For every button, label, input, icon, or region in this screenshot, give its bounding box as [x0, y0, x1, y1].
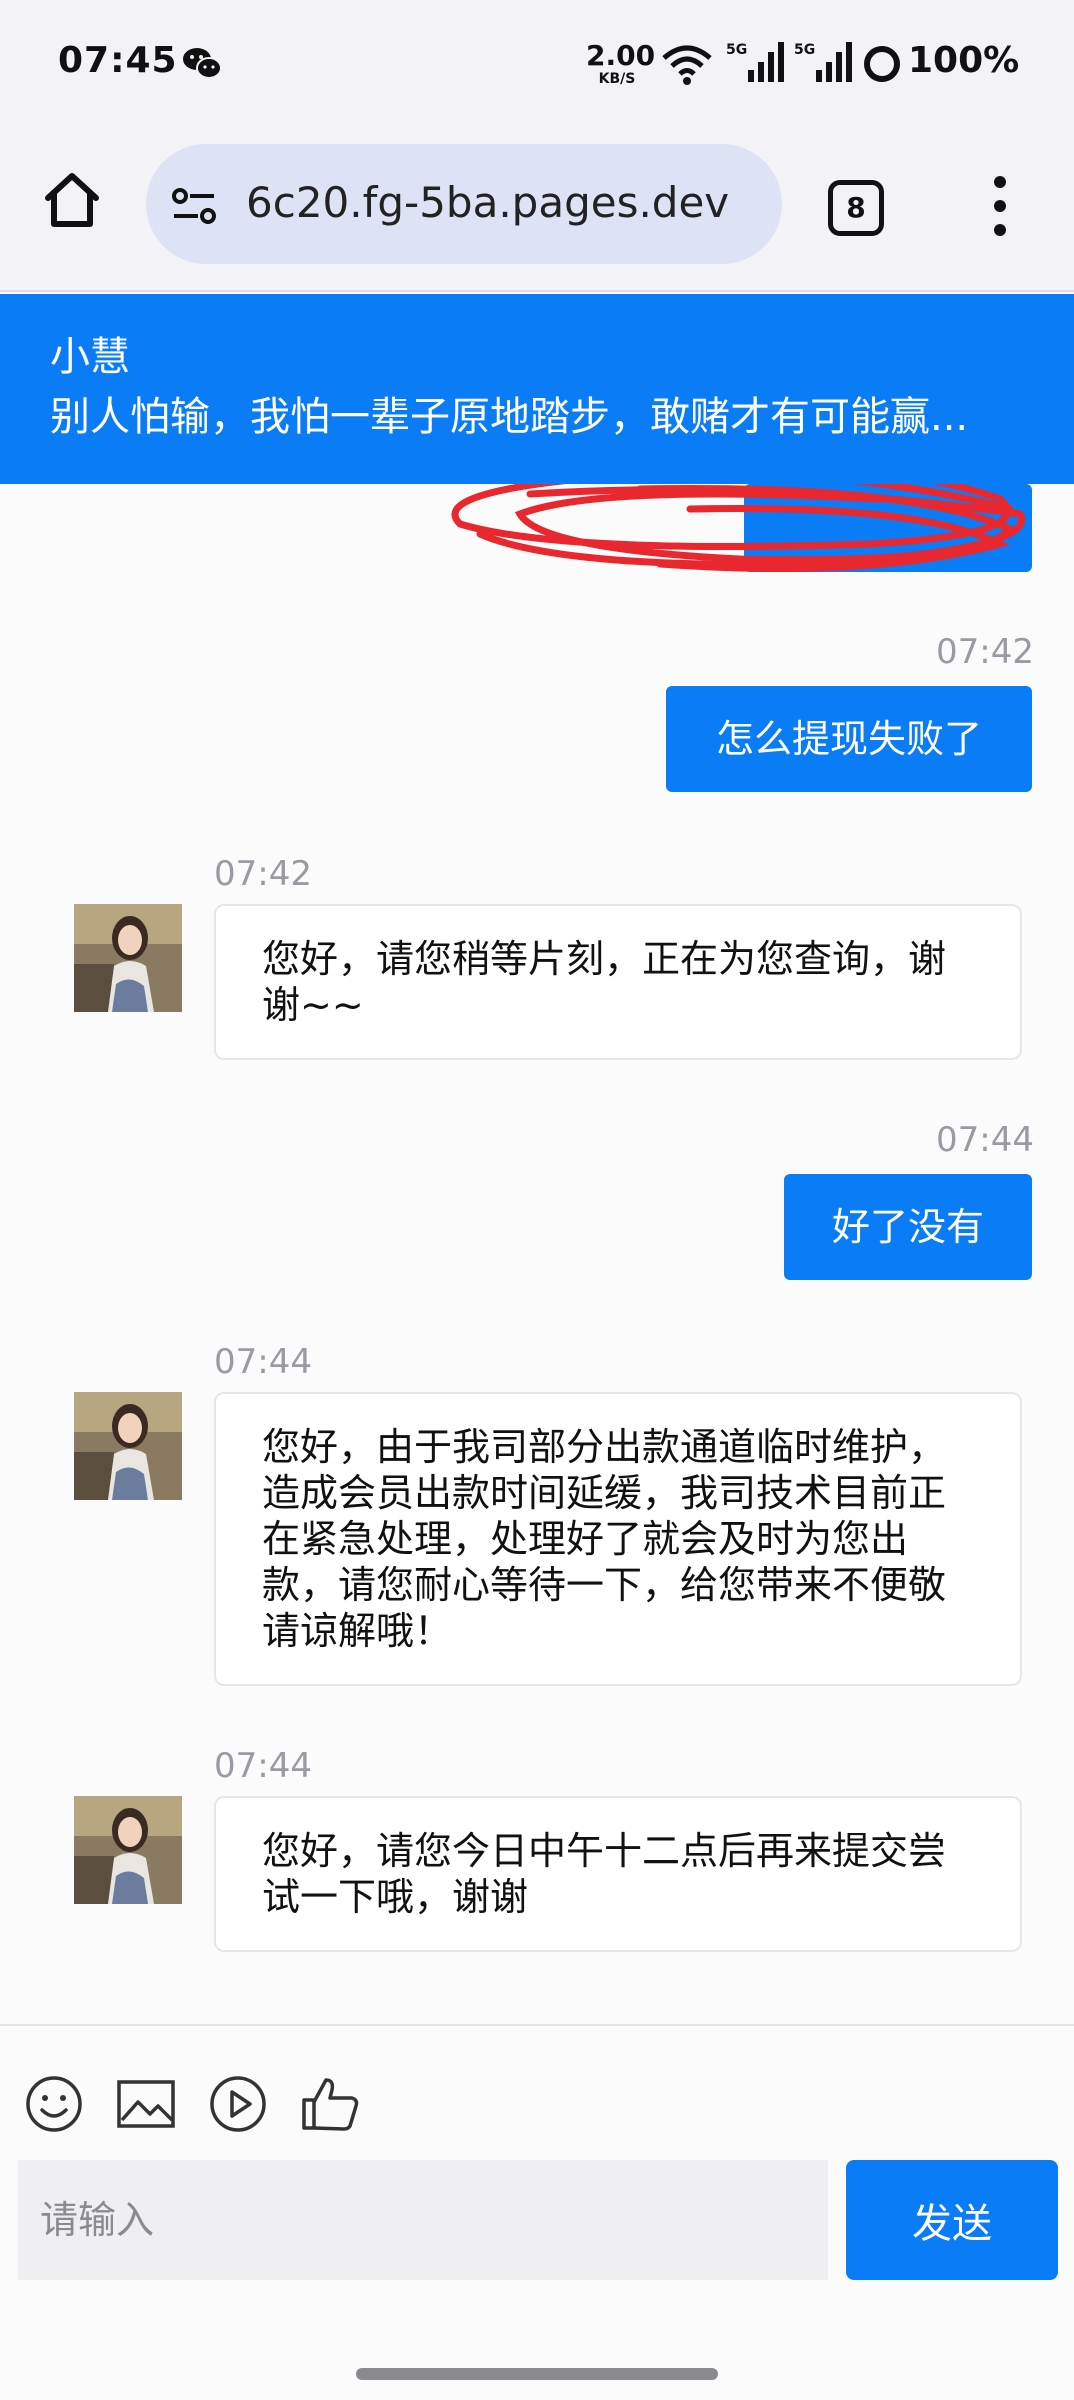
more-menu-icon[interactable]	[990, 176, 1010, 240]
message-timestamp: 07:42	[214, 854, 312, 894]
incoming-message-bubble[interactable]: 您好，请您稍等片刻，正在为您查询，谢谢~~	[214, 904, 1022, 1060]
site-settings-icon[interactable]	[170, 186, 218, 226]
agent-avatar[interactable]	[74, 1392, 182, 1500]
message-list[interactable]: 07:42 怎么提现失败了 07:42 您好，请您稍等片刻，正在为您查询，谢谢~…	[0, 484, 1074, 2024]
message-timestamp: 07:44	[936, 1120, 1034, 1160]
send-button[interactable]: 发送	[846, 2160, 1058, 2280]
wifi-icon	[662, 45, 712, 85]
outgoing-message-bubble[interactable]: 怎么提现失败了	[666, 686, 1032, 792]
cell-signal-icon: 5G	[794, 42, 852, 82]
message-timestamp: 07:44	[214, 1342, 312, 1382]
network-speed: 2.00 KB/S	[586, 39, 656, 87]
url-text[interactable]: 6c20.fg-5ba.pages.dev	[246, 178, 729, 227]
battery-percent: 100%	[908, 40, 1020, 81]
wechat-icon	[183, 48, 222, 79]
signal-1-label: 5G	[726, 42, 747, 58]
incoming-message-bubble[interactable]: 您好，请您今日中午十二点后再来提交尝试一下哦，谢谢	[214, 1796, 1022, 1952]
message-input[interactable]	[18, 2160, 828, 2280]
video-icon[interactable]	[208, 2074, 268, 2134]
network-speed-unit: KB/S	[598, 71, 636, 87]
screen: 07:45 2.00 KB/S 5G 5G 100% 6c20.fg-5ba.p…	[0, 0, 1074, 2400]
agent-avatar[interactable]	[74, 904, 182, 1012]
network-speed-value: 2.00	[586, 39, 656, 72]
agent-name: 小慧	[50, 334, 130, 380]
tab-switcher-button[interactable]: 8	[828, 180, 884, 236]
emoji-icon[interactable]	[24, 2074, 84, 2134]
thumbs-up-icon[interactable]	[300, 2074, 360, 2134]
outgoing-message-bubble[interactable]: 好了没有	[784, 1174, 1032, 1280]
home-indicator[interactable]	[356, 2368, 718, 2380]
message-timestamp: 07:42	[936, 632, 1034, 672]
agent-avatar[interactable]	[74, 1796, 182, 1904]
status-time: 07:45	[58, 40, 178, 81]
home-icon[interactable]	[40, 168, 104, 232]
battery-icon	[864, 46, 900, 82]
chat-header: 小慧 别人怕输，我怕一辈子原地踏步，敢赌才有可能赢...	[0, 294, 1074, 484]
message-timestamp: 07:44	[214, 1746, 312, 1786]
cell-signal-icon: 5G	[726, 42, 784, 82]
incoming-message-bubble[interactable]: 您好，由于我司部分出款通道临时维护，造成会员出款时间延缓，我司技术目前正在紧急处…	[214, 1392, 1022, 1686]
address-bar[interactable]: 6c20.fg-5ba.pages.dev	[146, 144, 782, 264]
status-bar: 07:45 2.00 KB/S 5G 5G 100%	[0, 0, 1074, 128]
signal-2-label: 5G	[794, 42, 815, 58]
composer: 发送	[0, 2024, 1074, 2400]
redaction-scribble	[451, 484, 1026, 572]
agent-signature: 别人怕输，我怕一辈子原地踏步，敢赌才有可能赢...	[50, 394, 969, 440]
browser-toolbar: 6c20.fg-5ba.pages.dev 8	[0, 128, 1074, 292]
image-icon[interactable]	[116, 2074, 176, 2134]
